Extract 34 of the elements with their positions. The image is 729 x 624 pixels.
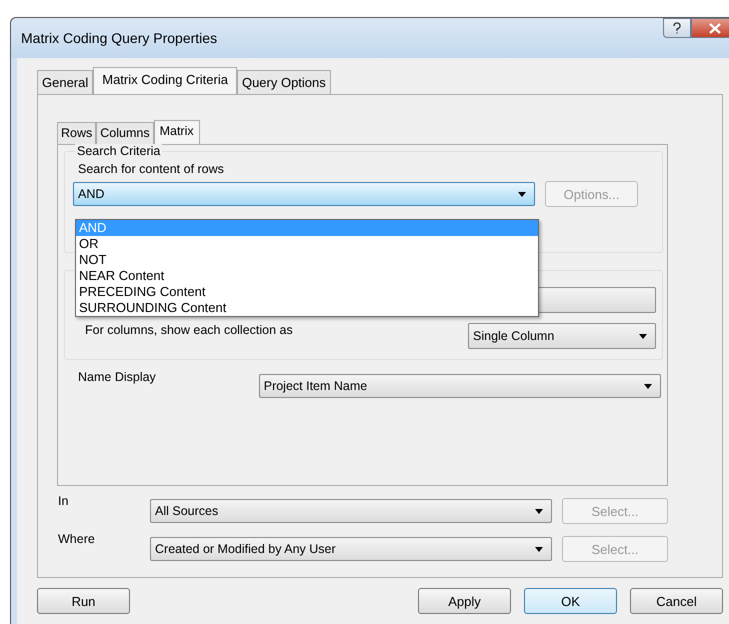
field-label: In [58, 494, 70, 508]
dropdown-option[interactable]: PRECEDING Content [76, 284, 538, 300]
field-label: Search for content of rows [78, 162, 225, 176]
dialog-button[interactable]: Apply [418, 588, 511, 614]
caret-icon [518, 192, 526, 196]
tab[interactable]: Matrix [154, 120, 200, 144]
field-label: Name Display [78, 370, 157, 384]
tab[interactable]: Matrix Coding Criteria [93, 67, 237, 94]
group-title: Search Criteria [75, 144, 162, 158]
help-icon [672, 22, 682, 34]
dropdown-option[interactable]: SURROUNDING Content [76, 300, 538, 316]
tab[interactable]: Query Options [236, 70, 331, 94]
dialog-button[interactable]: OK [524, 588, 617, 614]
dropdown-option[interactable]: OR [76, 236, 538, 252]
field-label: For columns, show each collection as [85, 323, 293, 337]
help-button[interactable] [663, 18, 691, 38]
field-label: Where [58, 532, 96, 546]
dialog-button[interactable]: Run [37, 588, 130, 614]
tab[interactable]: Columns [96, 122, 154, 144]
dialog-button[interactable]: Cancel [630, 588, 723, 614]
caret-icon [535, 508, 543, 514]
dropdown[interactable]: Project Item Name [258, 374, 661, 398]
caret-icon [535, 546, 543, 552]
operator-dropdown[interactable]: AND [73, 182, 535, 206]
close-icon [709, 22, 721, 34]
dropdown[interactable]: Single Column [468, 323, 656, 349]
window-title: Matrix Coding Query Properties [21, 30, 218, 46]
tab[interactable]: Rows [57, 122, 96, 144]
close-button[interactable] [691, 18, 729, 38]
dropdown-option[interactable]: NOT [76, 252, 538, 268]
dropdown-option[interactable]: NEAR Content [76, 268, 538, 284]
caret-icon [644, 384, 652, 388]
caret-icon [639, 334, 647, 338]
tab[interactable]: General [37, 70, 94, 94]
